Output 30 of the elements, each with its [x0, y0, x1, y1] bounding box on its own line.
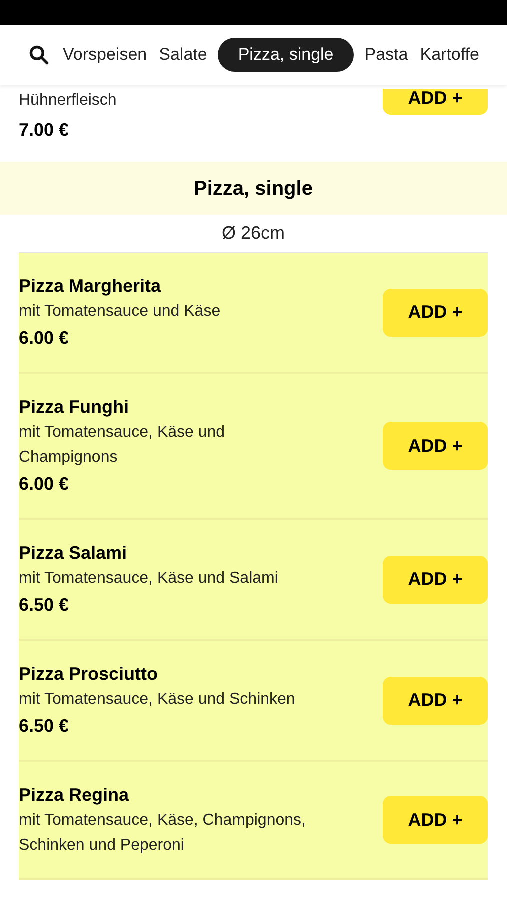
section-title: Pizza, single [194, 176, 313, 202]
add-button[interactable]: ADD + [383, 796, 488, 844]
item-price: 6.50 € [19, 594, 70, 617]
item-description: mit Tomatensauce und Käse [19, 302, 222, 322]
search-icon[interactable] [28, 44, 50, 66]
category-tab[interactable]: Pizza, single [218, 38, 354, 72]
category-tab[interactable]: Vorspeisen [62, 38, 148, 72]
section-subtitle: Ø 26cm [222, 222, 286, 245]
item-name: Pizza Funghi [19, 396, 130, 419]
add-button[interactable]: ADD + [383, 676, 488, 724]
item-description: mit Tomatensauce, Käse und Schinken [19, 690, 296, 710]
item-price: 7.00 € [19, 119, 70, 142]
item-name: Pizza Regina [19, 784, 130, 807]
item-price: 6.50 € [19, 715, 70, 738]
add-button[interactable]: ADD + [383, 288, 488, 336]
add-button[interactable]: ADD + [383, 89, 488, 115]
item-name: Pizza Salami [19, 542, 128, 565]
category-tab[interactable]: Pasta [364, 38, 410, 72]
add-button[interactable]: ADD + [383, 422, 488, 470]
item-price: 6.00 € [19, 473, 70, 496]
item-description: mit Tomatensauce, Käse, Champignons, Schinken und Peperoni [19, 811, 307, 856]
category-tab[interactable]: Kartoffe [419, 38, 480, 72]
item-description: mit Tomatensauce, Käse und Champignons [19, 423, 226, 468]
item-name: Pizza Prosciutto [19, 663, 160, 686]
category-tab[interactable]: Salate [158, 38, 208, 72]
item-description: Hühnerfleisch [19, 91, 117, 111]
add-button[interactable]: ADD + [383, 556, 488, 604]
item-name: Pizza Margherita [19, 275, 162, 298]
item-price: 6.00 € [19, 327, 70, 350]
item-description: mit Tomatensauce, Käse und Salami [19, 569, 280, 589]
